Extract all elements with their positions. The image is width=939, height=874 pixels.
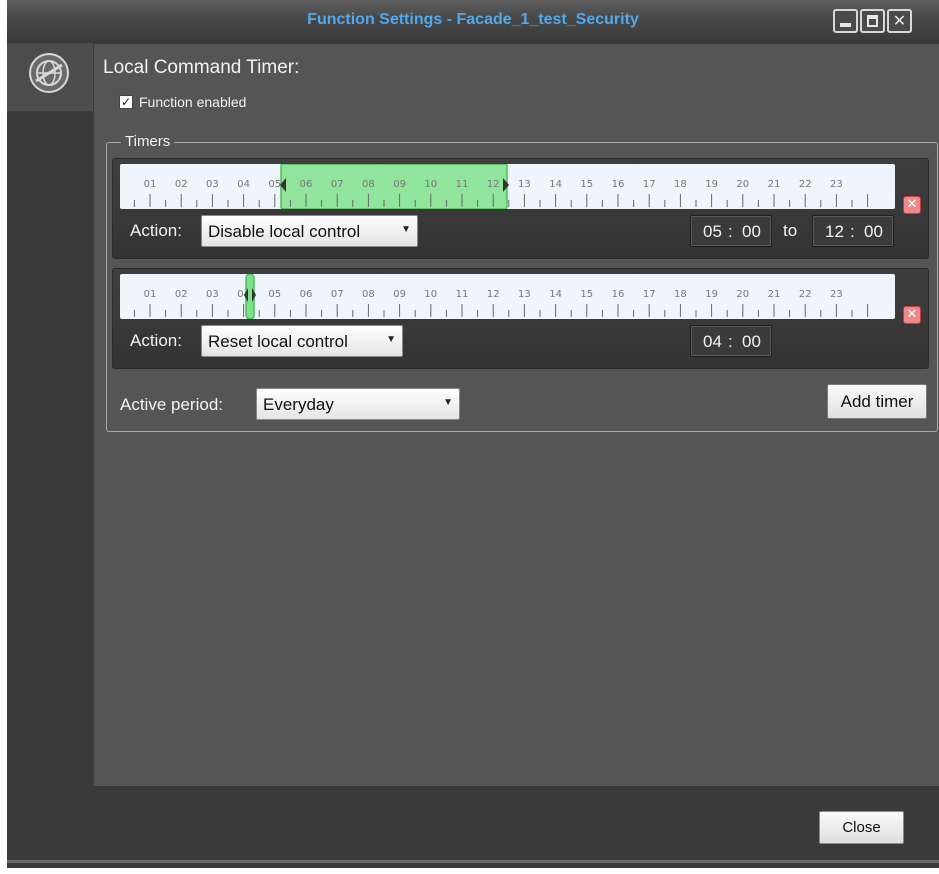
hour-label: 22	[799, 289, 812, 300]
hour-label: 09	[393, 179, 406, 190]
hour-label: 06	[300, 289, 313, 300]
hour-label: 01	[144, 179, 157, 190]
sidebar-tab-settings[interactable]	[7, 43, 93, 112]
hour-label: 17	[643, 289, 656, 300]
title-bar[interactable]: Function Settings - Facade_1_test_Securi…	[7, 0, 939, 44]
page-title: Local Command Timer:	[103, 57, 300, 78]
action-label: Action:	[130, 221, 182, 240]
hour-label: 19	[705, 179, 718, 190]
timeline-ruler[interactable]: 01 02 03 04 05 06 07 08 09 10 11 12 13 14 15 16 17 18 19 20…	[120, 274, 895, 319]
start-hour[interactable]: 05	[703, 222, 722, 242]
action-select-value: Reset local control	[208, 332, 348, 351]
window-title: Function Settings - Facade_1_test_Securi…	[307, 11, 639, 28]
end-hour[interactable]: 12	[825, 222, 844, 242]
hour-label: 05	[268, 289, 281, 300]
content-panel: Local Command Timer: ✓ Function enabled …	[93, 43, 939, 786]
hour-label: 19	[705, 289, 718, 300]
timeline-ruler[interactable]: 01 02 03 04 05 06 07 08 09 10 11 12 13 14 15 16 17 18 19 20…	[120, 164, 895, 209]
hour-label: 11	[456, 289, 469, 300]
function-enabled-checkbox[interactable]: ✓	[119, 95, 133, 109]
time-field[interactable]: 04 : 00	[690, 325, 772, 357]
timer-row: 01 02 03 04 05 06 07 08 09 10 11 12 13 14 15 16 17 18 19 20…	[112, 158, 929, 259]
hour-label: 14	[549, 289, 562, 300]
action-select-value: Disable local control	[208, 222, 361, 241]
hour-label: 06	[300, 179, 313, 190]
timeline-ruler-svg: 01 02 03 04 05 06 07 08 09 10 11 12 13 14 15 16 17 18 19 20…	[133, 274, 869, 319]
hour-label: 21	[768, 179, 781, 190]
hour-label: 04	[237, 179, 250, 190]
hour-label: 07	[331, 289, 344, 300]
hour-label: 20	[736, 179, 749, 190]
hour-label: 22	[799, 179, 812, 190]
timers-group: Timers 01 02 03 04 05 06 07 08 09 10 11 12 13 14 15 16 1…	[106, 133, 938, 432]
hour-label: 23	[830, 179, 843, 190]
function-settings-window: Function Settings - Facade_1_test_Securi…	[7, 0, 939, 868]
hour-label: 16	[612, 179, 625, 190]
hour-label: 14	[549, 179, 562, 190]
remove-timer-button[interactable]: ✕	[903, 306, 921, 324]
chevron-down-icon: ▼	[443, 397, 453, 408]
hour-label: 07	[331, 179, 344, 190]
hour-label: 02	[175, 179, 188, 190]
hour-label: 01	[144, 289, 157, 300]
add-timer-button[interactable]: Add timer	[827, 384, 927, 419]
start-minute[interactable]: 00	[742, 222, 761, 242]
time-separator: :	[850, 222, 855, 241]
minimize-icon[interactable]	[833, 9, 858, 33]
footer: Close	[7, 786, 939, 868]
hour-label: 12	[487, 289, 500, 300]
close-button[interactable]: Close	[819, 811, 904, 844]
hour-label: 23	[830, 289, 843, 300]
active-period-select[interactable]: Everyday ▼	[256, 388, 460, 420]
function-enabled-label: Function enabled	[139, 94, 247, 110]
hour-label: 03	[206, 179, 219, 190]
hour-label: 10	[424, 289, 437, 300]
minute[interactable]: 00	[742, 332, 761, 352]
hour-label: 18	[674, 179, 687, 190]
hour-label: 15	[580, 289, 593, 300]
active-period-label: Active period:	[120, 395, 223, 414]
hour-label: 15	[580, 179, 593, 190]
maximize-icon[interactable]	[860, 9, 885, 33]
to-label: to	[783, 221, 798, 240]
settings-globe-icon	[29, 53, 69, 93]
action-label: Action:	[130, 331, 182, 350]
hour-label: 12	[487, 179, 500, 190]
timers-group-label: Timers	[121, 133, 175, 150]
close-icon[interactable]: ✕	[887, 9, 912, 33]
hour-label: 16	[612, 289, 625, 300]
hour-label: 02	[175, 289, 188, 300]
hour-label: 17	[643, 179, 656, 190]
time-separator: :	[728, 222, 733, 241]
timeline-ruler-svg: 01 02 03 04 05 06 07 08 09 10 11 12 13 14 15 16 17 18 19 20…	[133, 164, 869, 209]
hour-label: 09	[393, 289, 406, 300]
action-select[interactable]: Disable local control ▼	[201, 215, 418, 247]
window-border	[7, 860, 939, 863]
hour-label: 11	[456, 179, 469, 190]
time-separator: :	[728, 332, 733, 351]
chevron-down-icon: ▼	[386, 334, 396, 345]
hour-label: 18	[674, 289, 687, 300]
hour-label: 13	[518, 179, 531, 190]
end-minute[interactable]: 00	[864, 222, 883, 242]
action-select[interactable]: Reset local control ▼	[201, 325, 403, 357]
active-period-value: Everyday	[263, 395, 334, 414]
chevron-down-icon: ▼	[401, 224, 411, 235]
hour-label: 08	[362, 289, 375, 300]
hour-label: 10	[424, 179, 437, 190]
timer-row: 01 02 03 04 05 06 07 08 09 10 11 12 13 14 15 16 17 18 19 20…	[112, 268, 929, 369]
hour-label: 20	[736, 289, 749, 300]
hour-label: 03	[206, 289, 219, 300]
hour-label: 08	[362, 179, 375, 190]
end-time-field[interactable]: 12 : 00	[812, 215, 894, 247]
remove-timer-button[interactable]: ✕	[903, 196, 921, 214]
hour[interactable]: 04	[703, 332, 722, 352]
start-time-field[interactable]: 05 : 00	[690, 215, 772, 247]
hour-label: 13	[518, 289, 531, 300]
hour-label: 05	[268, 179, 281, 190]
hour-label: 21	[768, 289, 781, 300]
